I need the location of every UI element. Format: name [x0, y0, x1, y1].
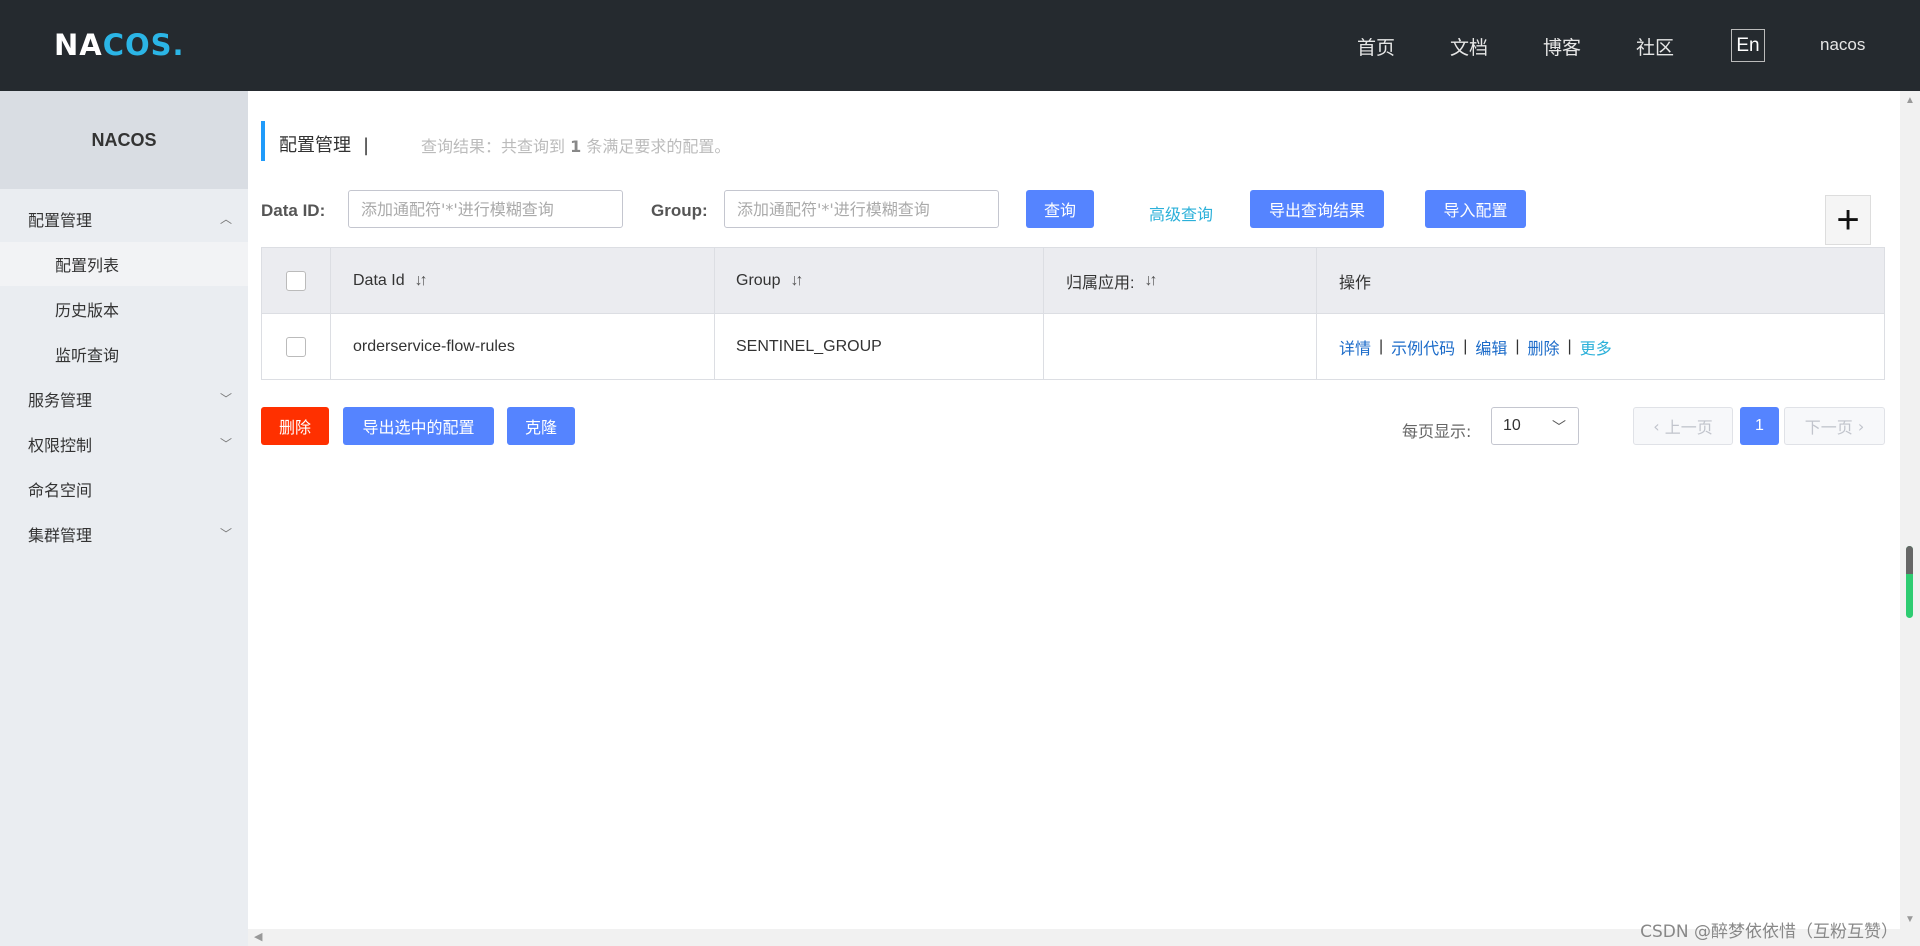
top-navbar: NACOS. 首页 文档 博客 社区 En nacos	[0, 0, 1920, 91]
table-header: Data Id ↓↑ Group ↓↑ 归属应用: ↓↑ 操作	[262, 248, 1884, 314]
export-selected-button[interactable]: 导出选中的配置	[343, 407, 494, 445]
user-menu[interactable]: nacos	[1820, 35, 1865, 55]
config-table: Data Id ↓↑ Group ↓↑ 归属应用: ↓↑ 操作 orderservic…	[261, 247, 1885, 380]
sidebar-item-service-management[interactable]: 服务管理 ﹀	[0, 377, 248, 421]
scroll-thumb-top	[1906, 546, 1913, 574]
chevron-down-icon: ﹀	[1552, 419, 1566, 435]
delete-link[interactable]: 删除	[1528, 335, 1560, 359]
sidebar-item-label: 命名空间	[28, 481, 93, 500]
language-toggle-button[interactable]: En	[1731, 29, 1765, 62]
clone-button[interactable]: 克隆	[507, 407, 575, 445]
more-link[interactable]: 更多	[1580, 335, 1612, 359]
sidebar-item-label: 配置列表	[55, 256, 120, 275]
chevron-up-icon: ︿	[219, 212, 232, 226]
scroll-left-icon[interactable]: ◀	[254, 930, 262, 943]
sidebar-item-listener-query[interactable]: 监听查询	[0, 332, 248, 376]
query-result-summary: 查询结果：共查询到 1 条满足要求的配置。	[421, 137, 731, 156]
advanced-query-link[interactable]: 高级查询	[1149, 201, 1213, 225]
sample-code-link[interactable]: 示例代码	[1391, 335, 1455, 359]
scroll-down-icon[interactable]: ▼	[1905, 914, 1915, 925]
next-page-button[interactable]: 下一页 ›	[1784, 407, 1885, 445]
sidebar-item-config-management[interactable]: 配置管理 ︿	[0, 197, 248, 241]
chevron-right-icon: ›	[1852, 416, 1865, 436]
vertical-scrollbar[interactable]: ▲ ▼	[1900, 91, 1920, 929]
cell-dataid: orderservice-flow-rules	[331, 314, 715, 379]
sidebar-item-label: 配置管理	[28, 211, 93, 230]
nacos-logo[interactable]: NACOS.	[54, 28, 185, 62]
group-input[interactable]	[724, 190, 999, 228]
sidebar-item-namespace[interactable]: 命名空间	[0, 467, 248, 511]
sidebar-item-label: 集群管理	[28, 526, 93, 545]
sort-icon[interactable]: ↓↑	[1144, 272, 1157, 290]
add-config-button[interactable]: +	[1825, 195, 1871, 245]
import-config-button[interactable]: 导入配置	[1425, 190, 1526, 228]
column-header-group: Group ↓↑	[715, 248, 1044, 313]
sidebar-item-cluster-management[interactable]: 集群管理 ﹀	[0, 512, 248, 556]
sort-icon[interactable]: ↓↑	[415, 272, 428, 290]
sidebar: NACOS 配置管理 ︿ 配置列表 历史版本 监听查询 服务管理 ﹀ 权限控制 …	[0, 91, 248, 946]
chevron-down-icon: ﹀	[219, 437, 232, 451]
dataid-input[interactable]	[348, 190, 623, 228]
chevron-down-icon: ﹀	[219, 527, 232, 541]
prev-page-button[interactable]: ‹ 上一页	[1633, 407, 1733, 445]
column-header-dataid: Data Id ↓↑	[331, 248, 715, 313]
chevron-down-icon: ﹀	[219, 392, 232, 406]
sidebar-item-label: 监听查询	[55, 346, 120, 365]
sidebar-item-label: 服务管理	[28, 391, 93, 410]
detail-link[interactable]: 详情	[1339, 335, 1371, 359]
table-row: orderservice-flow-rules SENTINEL_GROUP 详…	[262, 314, 1884, 379]
row-checkbox[interactable]	[286, 336, 306, 357]
column-header-ops: 操作	[1339, 274, 1372, 292]
sort-icon[interactable]: ↓↑	[790, 272, 803, 290]
edit-link[interactable]: 编辑	[1475, 335, 1507, 359]
title-accent-bar	[261, 121, 265, 161]
csdn-watermark: CSDN @醉梦依依惜（互粉互赞）	[1640, 922, 1898, 942]
column-header-app: 归属应用: ↓↑	[1044, 248, 1317, 313]
cell-app	[1044, 314, 1317, 379]
page-number-current[interactable]: 1	[1740, 407, 1779, 445]
nav-docs[interactable]: 文档	[1450, 33, 1488, 60]
nav-home[interactable]: 首页	[1357, 33, 1395, 60]
delete-selected-button[interactable]: 删除	[261, 407, 329, 445]
sidebar-item-config-list[interactable]: 配置列表	[0, 242, 248, 286]
dataid-label: Data ID:	[261, 201, 326, 220]
sidebar-item-label: 历史版本	[55, 301, 120, 320]
page-size-select[interactable]: 10 ﹀	[1491, 407, 1579, 445]
nav-community[interactable]: 社区	[1636, 33, 1674, 60]
cell-group: SENTINEL_GROUP	[715, 314, 1044, 379]
sidebar-title: NACOS	[0, 91, 248, 189]
group-label: Group:	[651, 201, 708, 220]
query-button[interactable]: 查询	[1026, 190, 1094, 228]
sidebar-item-label: 权限控制	[28, 436, 93, 455]
sidebar-item-history[interactable]: 历史版本	[0, 287, 248, 331]
scroll-up-icon[interactable]: ▲	[1905, 95, 1915, 106]
nav-blog[interactable]: 博客	[1543, 33, 1581, 60]
export-results-button[interactable]: 导出查询结果	[1250, 190, 1384, 228]
page-size-label: 每页显示:	[1402, 422, 1472, 441]
main-content: 配置管理| 查询结果：共查询到 1 条满足要求的配置。 Data ID: Gro…	[248, 91, 1900, 929]
chevron-left-icon: ‹	[1653, 416, 1665, 436]
select-all-checkbox[interactable]	[286, 270, 306, 291]
sidebar-item-access-control[interactable]: 权限控制 ﹀	[0, 422, 248, 466]
page-title: 配置管理 |	[279, 135, 370, 156]
cell-ops: 详情 | 示例代码 | 编辑 | 删除 | 更多	[1317, 314, 1884, 379]
